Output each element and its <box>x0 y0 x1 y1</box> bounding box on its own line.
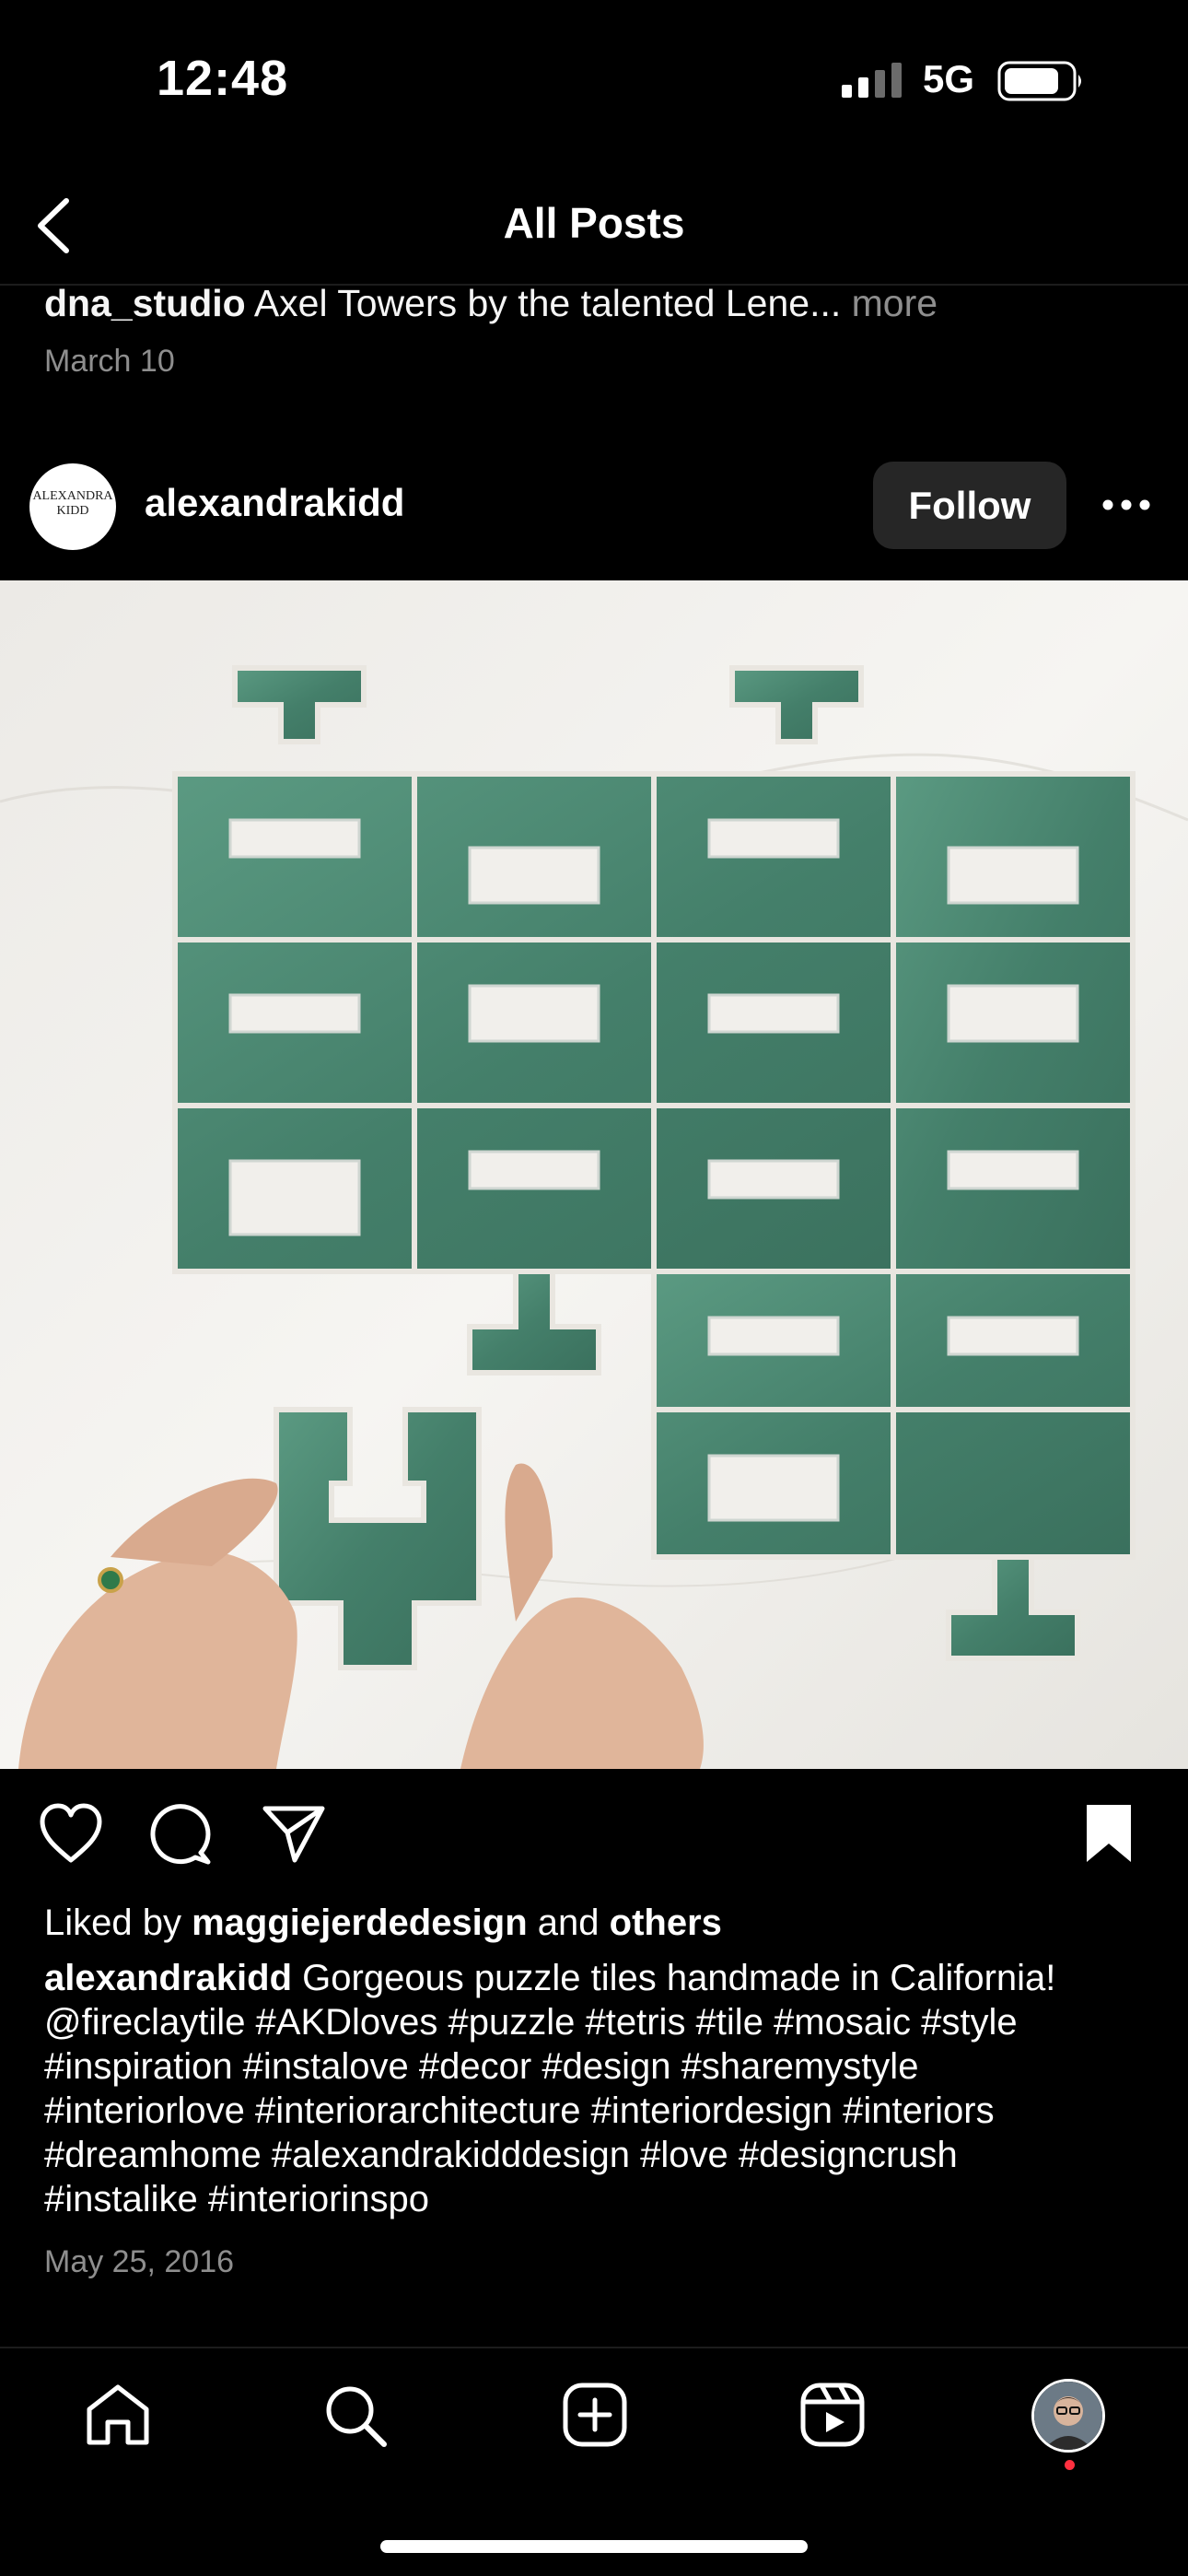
post-image[interactable] <box>0 580 1188 1769</box>
caption-line3: #inspiration #instalove #decor #design #… <box>44 2046 919 2087</box>
network-type: 5G <box>923 57 975 100</box>
post-username[interactable]: alexandrakidd <box>145 481 404 525</box>
likes-joiner: and <box>537 1903 600 1943</box>
notification-dot <box>1065 2460 1075 2470</box>
caption-line5: #dreamhome #alexandrakidddesign #love #d… <box>44 2135 958 2175</box>
avatar[interactable]: ALEXANDRA KIDD <box>29 463 116 550</box>
search-icon[interactable] <box>321 2382 390 2448</box>
previous-post-caption: dna_studio Axel Towers by the talented L… <box>44 282 938 325</box>
likes-summary[interactable]: Liked by maggiejerdedesign and others <box>44 1903 722 1944</box>
more-options-icon[interactable] <box>1101 488 1152 521</box>
caption-line1: Gorgeous puzzle tiles handmade in Califo… <box>302 1958 1056 1998</box>
post-date: May 25, 2016 <box>44 2244 235 2279</box>
signal-icon <box>842 63 902 98</box>
bookmark-icon[interactable] <box>1081 1801 1136 1866</box>
profile-photo <box>1034 2382 1102 2450</box>
previous-post-date: March 10 <box>44 344 175 379</box>
previous-post-username[interactable]: dna_studio <box>44 282 246 324</box>
battery-icon <box>997 61 1081 101</box>
add-post-icon[interactable] <box>562 2382 628 2448</box>
previous-post-caption-text: Axel Towers by the talented Lene... <box>253 282 842 324</box>
caption-line4: #interiorlove #interiorarchitecture #int… <box>44 2090 995 2131</box>
profile-avatar[interactable] <box>1031 2379 1105 2453</box>
tab-bar-divider <box>0 2347 1188 2348</box>
caption-line6: #instalike #interiorinspo <box>44 2179 430 2219</box>
avatar-text-line2: KIDD <box>56 504 89 518</box>
reels-icon[interactable] <box>799 2382 866 2448</box>
caption-username[interactable]: alexandrakidd <box>44 1958 292 1998</box>
home-icon[interactable] <box>84 2382 152 2448</box>
status-time: 12:48 <box>157 51 289 106</box>
heart-icon[interactable] <box>37 1801 105 1866</box>
avatar-text-line1: ALEXANDRA <box>32 489 113 503</box>
home-indicator[interactable] <box>380 2540 808 2553</box>
post-caption: alexandrakidd Gorgeous puzzle tiles hand… <box>44 1956 1149 2221</box>
comment-icon[interactable] <box>147 1801 215 1866</box>
follow-button[interactable]: Follow <box>873 462 1066 549</box>
paper-plane-icon[interactable] <box>260 1801 328 1866</box>
caption-line2: @fireclaytile #AKDloves #puzzle #tetris … <box>44 2002 1018 2043</box>
likes-prefix: Liked by <box>44 1903 181 1943</box>
page-title: All Posts <box>503 199 685 247</box>
more-link[interactable]: more <box>852 282 938 324</box>
likes-others[interactable]: others <box>610 1903 722 1943</box>
likes-user[interactable]: maggiejerdedesign <box>192 1903 528 1943</box>
